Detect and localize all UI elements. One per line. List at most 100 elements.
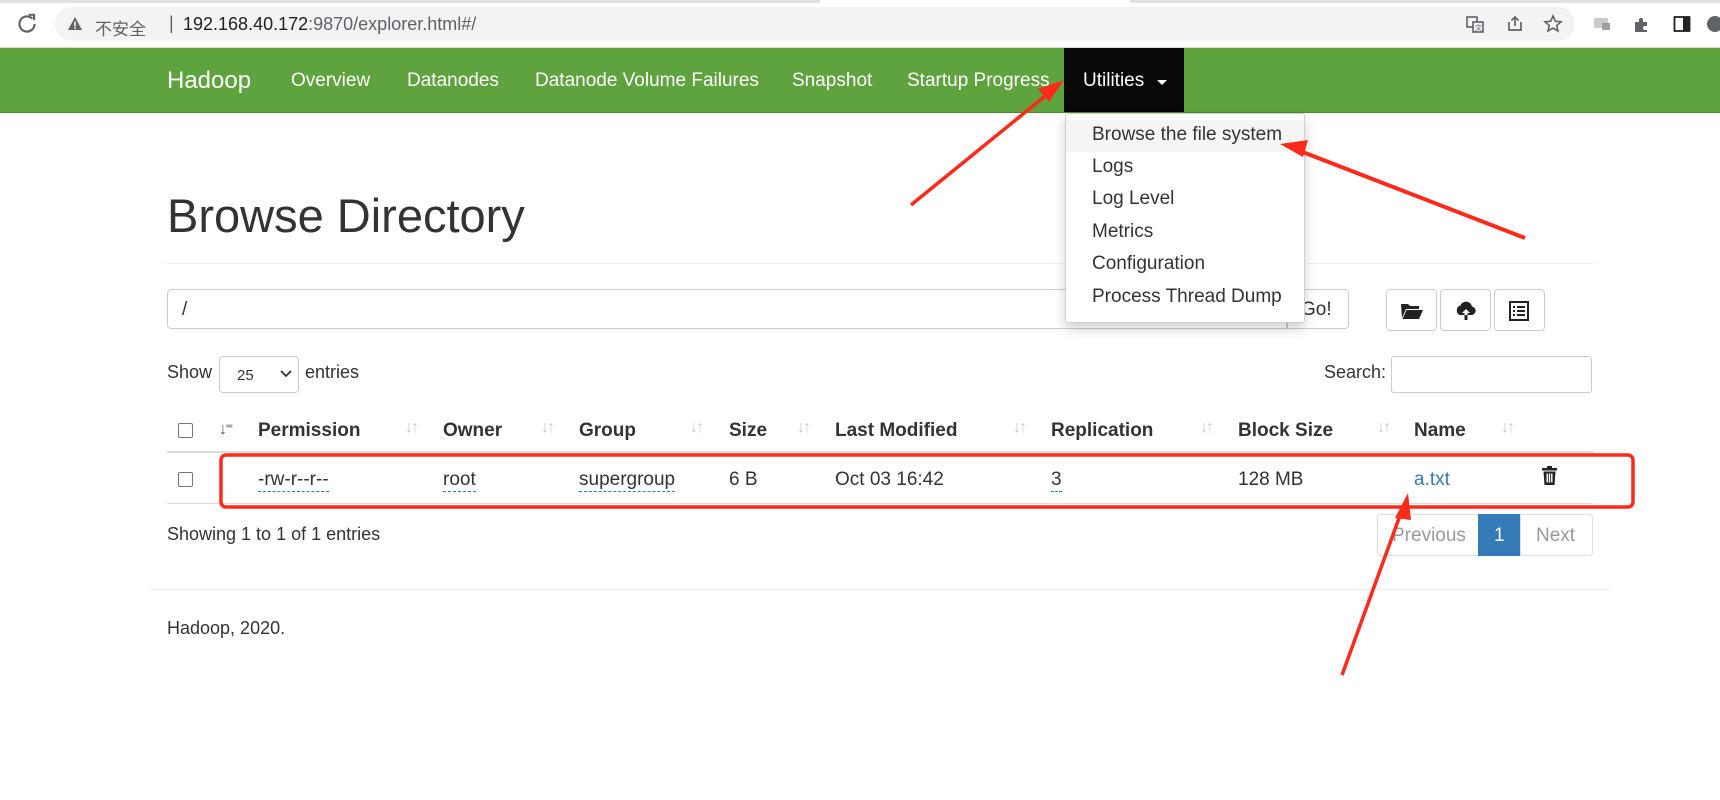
menu-item-metrics[interactable]: Metrics (1066, 217, 1304, 249)
extension-icon[interactable] (1592, 14, 1612, 34)
trash-icon[interactable] (1541, 466, 1558, 486)
entries-value: 25 (237, 367, 254, 384)
header-permission[interactable]: Permission (258, 420, 360, 442)
replication-cell[interactable]: 3 (1051, 469, 1062, 492)
header-name[interactable]: Name (1414, 420, 1466, 442)
next-label: Next (1536, 525, 1576, 546)
upload-button[interactable] (1440, 289, 1491, 331)
title-divider (167, 263, 1593, 264)
nav-item-volume-failures[interactable]: Datanode Volume Failures (535, 70, 759, 92)
utilities-label: Utilities (1083, 70, 1145, 91)
header-block-size[interactable]: Block Size (1238, 420, 1333, 442)
previous-button[interactable]: Previous (1377, 514, 1479, 556)
block-size-cell: 128 MB (1238, 469, 1304, 490)
sort-icon[interactable]: ↓↑ (1013, 419, 1027, 437)
list-alt-icon (1509, 301, 1529, 321)
annotation-arrow (1280, 140, 1526, 240)
star-icon[interactable] (1543, 14, 1563, 34)
sort-icon[interactable]: ↓↑ (797, 419, 811, 437)
warning-icon[interactable] (67, 16, 83, 32)
nav-item-startup-progress[interactable]: Startup Progress (907, 70, 1050, 92)
sort-icon[interactable]: ↓↑ (1377, 419, 1391, 437)
annotation-overlay (219, 80, 1635, 676)
nav-item-utilities[interactable]: Utilities (1064, 48, 1184, 112)
modified-cell: Oct 03 16:42 (835, 469, 944, 490)
sort-icon[interactable]: ↓↑ (541, 419, 555, 437)
browser-toolbar: 不安全 | 192.168.40.172:9870/explorer.html#… (0, 0, 1720, 48)
search-label: Search: (1324, 362, 1387, 382)
sort-icon[interactable]: ↓↑ (405, 419, 419, 437)
menu-item-log-level[interactable]: Log Level (1066, 184, 1304, 216)
profile-icon[interactable] (1705, 14, 1720, 34)
menu-item-label: Configuration (1092, 253, 1206, 274)
svg-text:文: 文 (1475, 23, 1482, 32)
create-directory-button[interactable] (1386, 289, 1437, 331)
sort-icon[interactable]: ↓↑ (690, 419, 704, 437)
menu-item-label: Browse the file system (1092, 124, 1283, 145)
navbar: Hadoop Overview Datanodes Datanode Volum… (0, 48, 1720, 113)
share-icon[interactable] (1505, 14, 1525, 34)
brand-logo[interactable]: Hadoop (167, 67, 251, 95)
menu-item-label: Metrics (1092, 221, 1154, 242)
entries-select[interactable]: 25 (219, 356, 299, 393)
owner-cell[interactable]: root (443, 469, 476, 492)
header-last-modified[interactable]: Last Modified (835, 420, 957, 442)
sidepanel-icon[interactable] (1672, 14, 1692, 34)
puzzle-icon[interactable] (1632, 14, 1652, 34)
sort-icon[interactable]: ↓↑ (1501, 419, 1515, 437)
menu-item-process-thread-dump[interactable]: Process Thread Dump (1066, 282, 1304, 314)
footer-text: Hadoop, 2020. (167, 618, 286, 638)
header-group[interactable]: Group (579, 420, 636, 442)
url-host: 192.168.40.172 (183, 14, 309, 34)
menu-item-configuration[interactable]: Configuration (1066, 249, 1304, 281)
select-all-checkbox[interactable] (178, 423, 193, 438)
table-row-divider (167, 503, 1593, 504)
search-input[interactable] (1391, 356, 1592, 393)
separator: | (169, 13, 174, 33)
menu-item-label: Logs (1092, 156, 1134, 177)
sort-amount-icon[interactable]: ↓⁼ (219, 419, 234, 439)
header-owner[interactable]: Owner (443, 420, 502, 442)
go-label: Go! (1301, 299, 1332, 320)
group-cell[interactable]: supergroup (579, 469, 676, 492)
page-title: Browse Directory (167, 189, 525, 242)
page-number: 1 (1494, 525, 1505, 546)
utilities-dropdown-menu: Browse the file system Logs Log Level Me… (1065, 113, 1305, 323)
next-button[interactable]: Next (1520, 514, 1593, 556)
nav-item-snapshot[interactable]: Snapshot (792, 70, 872, 92)
caret-down-icon (1157, 80, 1167, 85)
address-bar[interactable]: 不安全 | 192.168.40.172:9870/explorer.html#… (55, 7, 1575, 41)
translate-icon[interactable]: 文 (1465, 14, 1485, 34)
entries-label: entries (305, 362, 360, 382)
folder-open-icon (1401, 304, 1423, 319)
cloud-upload-icon (1456, 301, 1476, 320)
permission-cell[interactable]: -rw-r--r-- (258, 469, 329, 492)
tab-strip (1130, 0, 1720, 3)
nav-item-overview[interactable]: Overview (291, 70, 370, 92)
sort-icon[interactable]: ↓↑ (1200, 419, 1214, 437)
file-name-link[interactable]: a.txt (1414, 469, 1450, 491)
previous-label: Previous (1392, 525, 1466, 546)
menu-item-label: Process Thread Dump (1092, 286, 1282, 307)
tab-strip (0, 0, 820, 3)
chevron-down-icon (280, 370, 292, 378)
menu-item-browse-file-system[interactable]: Browse the file system (1066, 120, 1304, 152)
path-value: / (182, 299, 188, 320)
menu-item-label: Log Level (1092, 188, 1175, 209)
menu-item-logs[interactable]: Logs (1066, 152, 1304, 184)
table-info: Showing 1 to 1 of 1 entries (167, 524, 381, 544)
url-path: :9870/explorer.html#/ (308, 14, 477, 34)
header-size[interactable]: Size (729, 420, 767, 442)
cut-paste-button[interactable] (1494, 289, 1545, 331)
table-header-divider (167, 451, 1593, 453)
show-label: Show (167, 362, 213, 382)
url-text[interactable]: 192.168.40.172:9870/explorer.html#/ (183, 14, 476, 35)
row-checkbox[interactable] (178, 472, 193, 487)
nav-item-datanodes[interactable]: Datanodes (407, 70, 499, 92)
size-cell: 6 B (729, 469, 758, 490)
insecure-label: 不安全 (95, 20, 146, 39)
header-replication[interactable]: Replication (1051, 420, 1153, 442)
reload-icon[interactable] (14, 11, 40, 37)
footer-divider (149, 589, 1611, 590)
page-button-1[interactable]: 1 (1478, 514, 1521, 556)
